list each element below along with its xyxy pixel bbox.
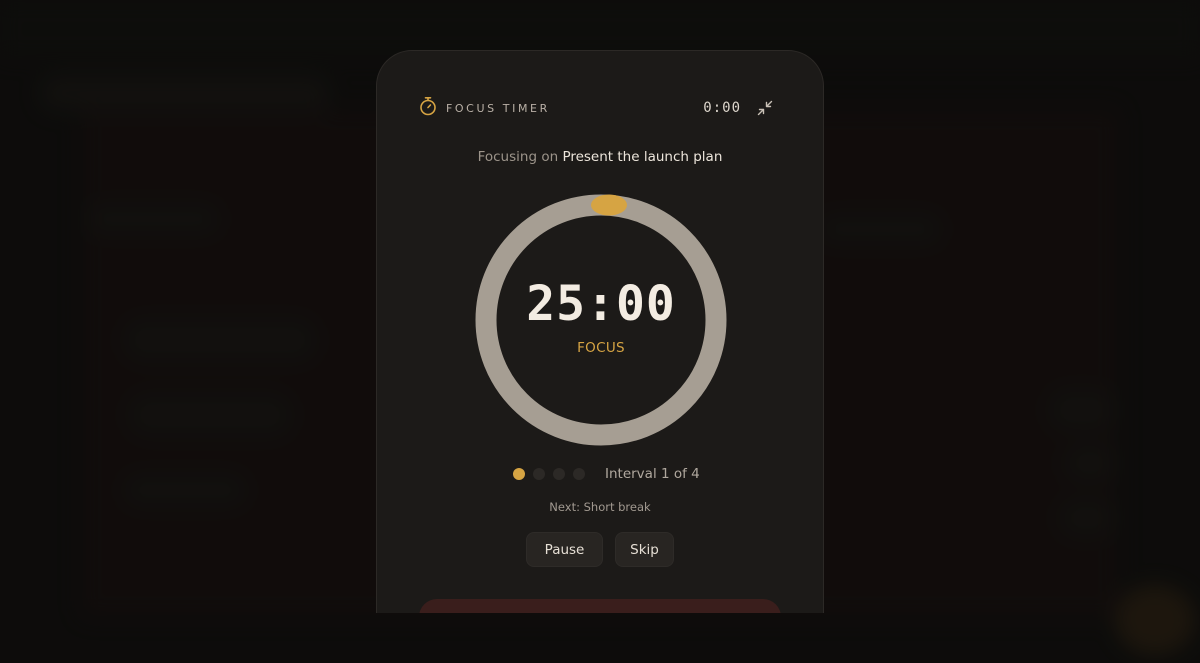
timer-mode: FOCUS <box>577 340 625 356</box>
task-name: Present the launch plan <box>562 149 723 165</box>
focusing-on-line: Focusing on Present the launch plan <box>377 149 823 165</box>
interval-indicator: Interval 1 of 4 <box>513 465 700 483</box>
focusing-prefix: Focusing on <box>477 149 563 165</box>
interval-label: Interval 1 of 4 <box>605 466 700 482</box>
end-session-bar[interactable] <box>419 599 781 613</box>
interval-dot <box>573 468 585 480</box>
timer-countdown: 25:00 <box>526 276 676 332</box>
stopwatch-icon <box>419 96 437 120</box>
next-session-label: Next: Short break <box>549 500 651 514</box>
header-actions: 0:00 <box>703 98 775 118</box>
progress-ring: 25:00 FOCUS <box>475 194 727 446</box>
interval-dot <box>513 468 525 480</box>
pause-button[interactable]: Pause <box>526 532 603 567</box>
mini-time-readout: 0:00 <box>703 100 741 116</box>
modal-header: FOCUS TIMER 0:00 <box>419 96 775 120</box>
ring-knob <box>591 194 627 216</box>
collapse-icon[interactable] <box>755 98 775 118</box>
interval-dot <box>533 468 545 480</box>
focus-timer-modal: FOCUS TIMER 0:00 Focusing on Present the… <box>376 50 824 613</box>
timer-title: FOCUS TIMER <box>446 101 550 115</box>
header-title-group: FOCUS TIMER <box>419 96 550 120</box>
skip-button[interactable]: Skip <box>615 532 674 567</box>
timer-controls: Pause Skip <box>377 532 823 567</box>
interval-dot <box>553 468 565 480</box>
